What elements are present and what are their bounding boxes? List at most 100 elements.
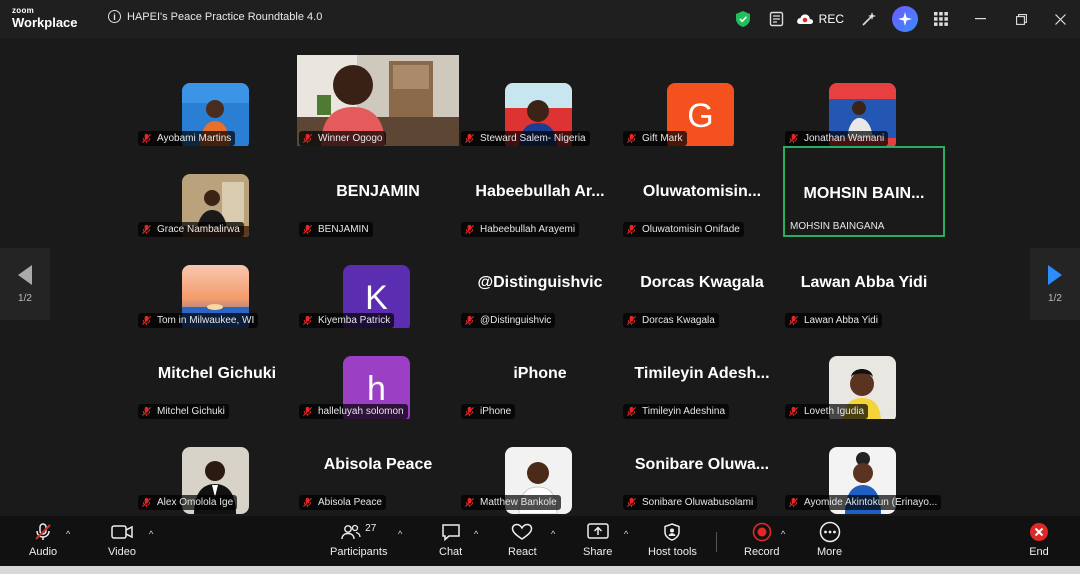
- record-button[interactable]: Record: [744, 522, 779, 558]
- cloud-record-icon: [796, 14, 813, 24]
- participant-tile[interactable]: Habeebullah Ar... Habeebullah Arayemi: [459, 146, 621, 237]
- muted-mic-icon: [626, 133, 637, 144]
- participant-tile[interactable]: G Gift Mark: [621, 55, 783, 150]
- share-button[interactable]: Share: [583, 522, 612, 558]
- participant-tile[interactable]: Timileyin Adesh... Timileyin Adeshina: [621, 328, 783, 419]
- taskbar-edge: [0, 566, 1080, 574]
- arrow-left-icon: [18, 264, 32, 285]
- participant-name-label: iPhone: [461, 404, 516, 419]
- participant-tile[interactable]: Mitchel Gichuki Mitchel Gichuki: [136, 328, 298, 419]
- video-button[interactable]: Video: [108, 522, 136, 558]
- participant-tile[interactable]: Winner Ogogo: [297, 55, 459, 146]
- end-meeting-button[interactable]: End: [1029, 522, 1049, 558]
- participant-tile[interactable]: h halleluyah solomon: [297, 328, 459, 423]
- participant-tile[interactable]: Loveth Igudia: [783, 328, 945, 423]
- chat-icon: [441, 524, 460, 541]
- participant-tile[interactable]: Oluwatomisin... Oluwatomisin Onifade: [621, 146, 783, 237]
- arrow-right-icon: [1048, 264, 1062, 285]
- participant-name: Abisola Peace: [318, 497, 382, 508]
- participant-name: Lawan Abba Yidi: [804, 315, 878, 326]
- participant-name: Steward Salem- Nigeria: [480, 133, 586, 144]
- participant-tile[interactable]: Tom in Milwaukee, WI: [136, 237, 298, 332]
- muted-mic-icon: [464, 224, 475, 235]
- shield-icon[interactable]: [726, 0, 760, 38]
- shield-icon: [664, 523, 681, 541]
- info-icon[interactable]: i: [108, 10, 121, 23]
- muted-mic-icon: [141, 497, 152, 508]
- participant-tile[interactable]: Jonathan Wamani: [783, 55, 945, 150]
- video-options-caret[interactable]: ^: [149, 529, 153, 539]
- participants-options-caret[interactable]: ^: [398, 529, 402, 539]
- notes-icon[interactable]: [760, 0, 794, 38]
- end-icon: [1030, 523, 1048, 541]
- participants-count: 27: [365, 522, 377, 534]
- participant-name-label: BENJAMIN: [299, 222, 373, 237]
- participant-tile[interactable]: Ayobami Martins: [136, 55, 298, 150]
- meeting-toolbar: Audio ^ Video ^ 27 Participants ^ Chat ^…: [0, 516, 1080, 566]
- participant-tile[interactable]: Alex Omolola Ige: [136, 419, 298, 514]
- muted-mic-icon: [141, 406, 152, 417]
- record-options-caret[interactable]: ^: [781, 529, 785, 539]
- muted-mic-icon: [141, 133, 152, 144]
- muted-mic-icon: [141, 224, 152, 235]
- meeting-info[interactable]: i HAPEI's Peace Practice Roundtable 4.0: [108, 10, 322, 23]
- participant-name: Mitchel Gichuki: [157, 406, 225, 417]
- participant-name-label: Gift Mark: [623, 131, 687, 146]
- chat-options-caret[interactable]: ^: [474, 529, 478, 539]
- muted-mic-icon: [626, 224, 637, 235]
- next-page-button[interactable]: 1/2: [1030, 248, 1080, 320]
- previous-page-button[interactable]: 1/2: [0, 248, 50, 320]
- participant-tile[interactable]: Grace Nambalirwa: [136, 146, 298, 241]
- more-button[interactable]: More: [817, 521, 843, 558]
- participant-name: Tom in Milwaukee, WI: [157, 315, 255, 326]
- muted-mic-icon: [464, 315, 475, 326]
- close-icon[interactable]: [1040, 0, 1080, 38]
- participant-tile[interactable]: @Distinguishvic @Distinguishvic: [459, 237, 621, 328]
- participant-name: Grace Nambalirwa: [157, 224, 240, 235]
- record-label: Record: [744, 546, 780, 558]
- wand-icon[interactable]: [852, 0, 886, 38]
- participant-tile[interactable]: Sonibare Oluwa... Sonibare Oluwabusolami: [621, 419, 783, 510]
- grid-view-icon[interactable]: [924, 0, 958, 38]
- audio-button[interactable]: Audio: [29, 522, 57, 558]
- participant-name-label: Grace Nambalirwa: [138, 222, 244, 237]
- participant-tile[interactable]: Abisola Peace Abisola Peace: [297, 419, 459, 510]
- participant-tile[interactable]: BENJAMIN BENJAMIN: [297, 146, 459, 237]
- chat-button[interactable]: Chat: [439, 522, 462, 558]
- muted-mic-icon: [464, 406, 475, 417]
- participant-tile[interactable]: Steward Salem- Nigeria: [459, 55, 621, 150]
- share-options-caret[interactable]: ^: [624, 529, 628, 539]
- audio-options-caret[interactable]: ^: [66, 529, 70, 539]
- participant-name-label: Oluwatomisin Onifade: [623, 222, 744, 237]
- participant-tile[interactable]: Ayomide Akintokun (Erinayo...: [783, 419, 945, 514]
- restore-icon[interactable]: [1002, 0, 1040, 38]
- participant-tile[interactable]: MOHSIN BAIN... MOHSIN BAINGANA: [783, 146, 945, 237]
- react-label: React: [508, 546, 537, 558]
- ai-companion-icon[interactable]: [892, 6, 918, 32]
- minimize-icon[interactable]: [958, 0, 1002, 38]
- participant-tile[interactable]: K Kiyemba Patrick: [297, 237, 459, 332]
- participant-tile[interactable]: Lawan Abba Yidi Lawan Abba Yidi: [783, 237, 945, 328]
- more-label: More: [817, 546, 843, 558]
- audio-label: Audio: [29, 546, 58, 558]
- participants-button[interactable]: 27 Participants: [330, 522, 387, 559]
- host-tools-button[interactable]: Host tools: [648, 522, 697, 558]
- participants-icon: [341, 524, 361, 540]
- meeting-title: HAPEI's Peace Practice Roundtable 4.0: [127, 10, 323, 23]
- participant-name-label: Jonathan Wamani: [785, 131, 889, 146]
- react-options-caret[interactable]: ^: [551, 529, 555, 539]
- muted-mic-icon: [302, 133, 313, 144]
- participant-tile[interactable]: iPhone iPhone: [459, 328, 621, 419]
- title-bar: zoom Workplace i HAPEI's Peace Practice …: [0, 0, 1080, 38]
- brand-name: Workplace: [12, 15, 78, 30]
- muted-mic-icon: [626, 315, 637, 326]
- participant-name: @Distinguishvic: [480, 315, 552, 326]
- brand-small: zoom: [12, 6, 35, 15]
- cloud-recording-indicator[interactable]: REC: [796, 12, 844, 26]
- participant-tile[interactable]: Dorcas Kwagala Dorcas Kwagala: [621, 237, 783, 328]
- end-label: End: [1029, 546, 1049, 558]
- participant-tile[interactable]: Matthew Bankole: [459, 419, 621, 514]
- participant-name-label: Tom in Milwaukee, WI: [138, 313, 259, 328]
- muted-mic-icon: [788, 497, 799, 508]
- react-button[interactable]: React: [508, 522, 537, 558]
